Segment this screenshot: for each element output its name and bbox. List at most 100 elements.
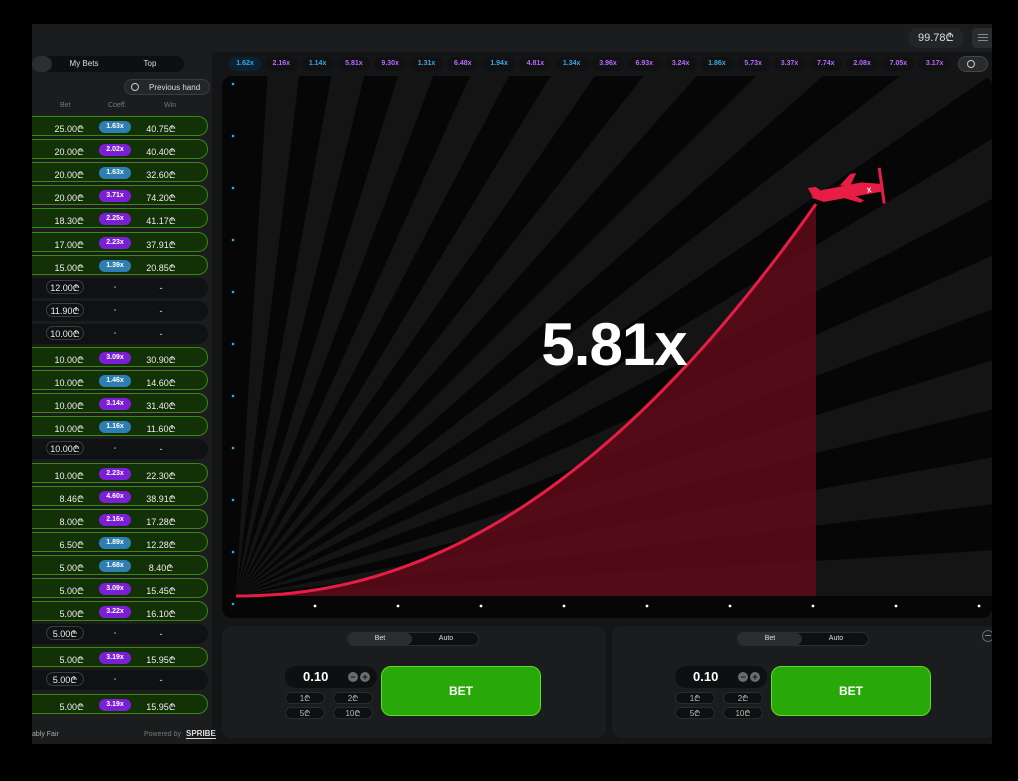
bet-row: 5.00₾ 3.19x 15.95₾ xyxy=(32,647,208,668)
win-amount: 11.60₾ xyxy=(146,424,176,435)
history-badge[interactable]: 4.81x xyxy=(519,57,552,71)
bet-row: 10.00₾ 1.16x 11.60₾ xyxy=(32,416,208,437)
win-amount: 15.95₾ xyxy=(146,655,176,666)
bet-row: 17.00₾ 2.23x 37.91₾ xyxy=(32,231,208,252)
history-badge[interactable]: 6.93x xyxy=(628,57,661,71)
bet-row: 8.46₾ 4.60x 38.91₾ xyxy=(32,485,208,506)
quick-amount-2[interactable]: 2₾ xyxy=(333,692,373,704)
history-badge[interactable]: 1.94x xyxy=(483,57,516,71)
history-badge[interactable]: 3.37x xyxy=(773,57,806,71)
previous-hand-button[interactable]: Previous hand xyxy=(124,79,210,95)
menu-icon[interactable] xyxy=(972,28,992,48)
bet-mode-tabs: Bet Auto xyxy=(347,632,479,646)
bet-amount: 11.90₾ xyxy=(46,302,84,317)
quick-amount-10[interactable]: 10₾ xyxy=(723,707,763,719)
bet-amount-value[interactable]: 0.10 xyxy=(693,669,718,684)
bet-amount: 5.00₾ xyxy=(59,609,84,620)
bet-row: 11.90₾ - - xyxy=(32,300,208,321)
history-badge[interactable]: 2.16x xyxy=(265,57,298,71)
win-amount: - xyxy=(159,629,163,640)
remove-panel-icon[interactable] xyxy=(982,630,992,642)
history-badge[interactable]: 1.86x xyxy=(700,57,733,71)
previous-hand-label: Previous hand xyxy=(149,83,201,92)
bet-button[interactable]: BET xyxy=(771,666,931,716)
tab-auto[interactable]: Auto xyxy=(414,633,478,645)
history-badge[interactable]: 1.34x xyxy=(555,57,588,71)
bet-amount: 10.00₾ xyxy=(54,470,84,481)
balance: 99.78₾ xyxy=(907,28,964,48)
tab-auto[interactable]: Auto xyxy=(804,633,868,645)
coeff-badge: 1.46x xyxy=(99,375,131,388)
history-badge[interactable]: 1.31x xyxy=(410,57,443,71)
bet-amount-stepper[interactable]: 0.10 − + xyxy=(675,666,767,688)
history-badge[interactable]: 3.24x xyxy=(664,57,697,71)
plus-icon[interactable]: + xyxy=(750,672,760,682)
coeff-badge: - xyxy=(113,306,117,314)
history-badge[interactable]: 5.81x xyxy=(337,57,370,71)
quick-amount-10[interactable]: 10₾ xyxy=(333,707,373,719)
win-amount: 40.40₾ xyxy=(146,147,176,158)
win-amount: 74.20₾ xyxy=(146,193,176,204)
coeff-badge: 2.02x xyxy=(99,144,131,157)
bet-amount-value[interactable]: 0.10 xyxy=(303,669,328,684)
history-badge[interactable]: 1.14x xyxy=(301,57,334,71)
history-badge[interactable]: 3.96x xyxy=(592,57,624,71)
bet-amount: 10.00₾ xyxy=(54,378,84,389)
history-badge[interactable]: 5.73x xyxy=(737,57,770,71)
tab-top[interactable]: Top xyxy=(118,56,182,72)
minus-icon[interactable]: − xyxy=(348,672,358,682)
bet-row: 10.00₾ - - xyxy=(32,439,208,460)
bet-amount: 8.46₾ xyxy=(59,493,84,504)
win-amount: - xyxy=(159,282,163,293)
bet-panel-2: Bet Auto 0.10 − + 1₾ 2₾ 5₾ 10₾ BET xyxy=(612,626,992,738)
powered-by-label: Powered by xyxy=(144,731,181,738)
quick-amount-5[interactable]: 5₾ xyxy=(675,707,715,719)
win-amount: 32.60₾ xyxy=(146,170,176,181)
history-badge[interactable]: 3.17x xyxy=(918,57,951,71)
quick-amount-2[interactable]: 2₾ xyxy=(723,692,763,704)
history-badge[interactable]: 1.62x xyxy=(229,57,261,71)
bet-amount: 10.00₾ xyxy=(54,424,84,435)
win-amount: - xyxy=(159,328,163,339)
coeff-badge: - xyxy=(113,329,117,337)
win-amount: - xyxy=(159,675,163,686)
y-axis-dot xyxy=(231,498,235,502)
bet-row: 5.00₾ - - xyxy=(32,670,208,691)
tab-bet[interactable]: Bet xyxy=(738,633,802,645)
history-badge[interactable]: 9.30x xyxy=(374,57,407,71)
bet-amount: 5.00₾ xyxy=(46,626,84,641)
win-amount: 38.91₾ xyxy=(146,493,176,504)
bet-row: 15.00₾ 1.39x 20.85₾ xyxy=(32,254,208,275)
x-axis-dot xyxy=(313,604,317,608)
history-icon xyxy=(131,83,139,91)
history-badge[interactable]: 7.74x xyxy=(809,57,842,71)
coeff-badge: - xyxy=(113,630,117,638)
y-axis-dot xyxy=(231,602,235,606)
provably-fair-link[interactable]: ably Fair xyxy=(32,731,59,738)
bet-row: 5.00₾ - - xyxy=(32,624,208,645)
bet-amount: 18.30₾ xyxy=(54,216,84,227)
minus-icon[interactable]: − xyxy=(738,672,748,682)
coeff-badge: 1.63x xyxy=(99,167,131,180)
quick-amount-5[interactable]: 5₾ xyxy=(285,707,325,719)
history-badge[interactable]: 2.08x xyxy=(846,57,879,71)
bet-amount: 15.00₾ xyxy=(54,262,84,273)
coeff-badge: 2.25x xyxy=(99,213,131,226)
bets-panel: My Bets Top Previous hand Bet Coeff. Win… xyxy=(32,52,216,744)
quick-amount-1[interactable]: 1₾ xyxy=(675,692,715,704)
history-icon xyxy=(967,60,975,68)
plus-icon[interactable]: + xyxy=(360,672,370,682)
left-footer: ably Fair Powered by SPRIBE xyxy=(32,726,216,744)
bet-amount: 6.50₾ xyxy=(59,539,84,550)
bet-button[interactable]: BET xyxy=(381,666,541,716)
history-badge[interactable]: 6.48x xyxy=(446,57,479,71)
history-toggle-button[interactable] xyxy=(958,56,988,72)
win-amount: 17.28₾ xyxy=(146,516,176,527)
tab-bet[interactable]: Bet xyxy=(348,633,412,645)
quick-amount-1[interactable]: 1₾ xyxy=(285,692,325,704)
history-badge[interactable]: 7.05x xyxy=(882,57,915,71)
tab-all-bets[interactable] xyxy=(32,56,52,72)
tab-my-bets[interactable]: My Bets xyxy=(54,56,114,72)
bet-row: 25.00₾ 1.63x 40.75₾ xyxy=(32,116,208,136)
bet-amount-stepper[interactable]: 0.10 − + xyxy=(285,666,377,688)
